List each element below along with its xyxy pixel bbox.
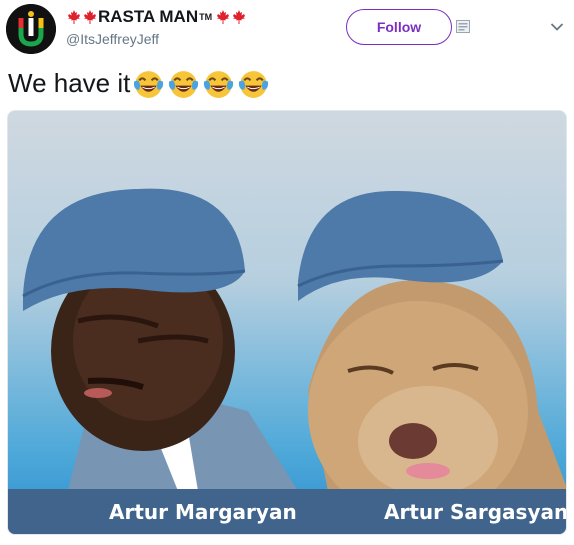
trademark: TM [199, 12, 213, 22]
man-figure [22, 188, 298, 491]
avatar-logo-icon [6, 4, 56, 54]
caption-right: Artur Sargasyan [384, 499, 567, 524]
maple-leaf-icon [82, 9, 98, 25]
tweet-header: RASTA MAN TM @ItsJeffreyJeff Follow [0, 0, 574, 60]
user-names: RASTA MAN TM @ItsJeffreyJeff [66, 6, 247, 47]
meme-image [22, 188, 566, 491]
chevron-down-icon[interactable] [550, 22, 564, 32]
user-handle[interactable]: @ItsJeffreyJeff [66, 31, 247, 47]
tears-of-joy-emoji-icon [167, 67, 200, 100]
maple-leaf-icon [231, 9, 247, 25]
caption-left: Artur Margaryan [109, 499, 297, 524]
tears-of-joy-emoji-icon [132, 67, 165, 100]
tweet-text-body: We have it [8, 68, 131, 98]
card-icon[interactable] [456, 20, 470, 33]
display-name-text: RASTA MAN [98, 7, 199, 26]
tweet-text: We have it [8, 64, 270, 102]
emoji-row [130, 67, 270, 100]
caption-bar: Artur Margaryan Artur Sargasyan [8, 489, 567, 534]
maple-leaf-icon [215, 9, 231, 25]
dog-figure [297, 190, 566, 491]
maple-leaf-icon [66, 9, 82, 25]
tweet-media[interactable]: Artur Margaryan Artur Sargasyan [7, 110, 567, 535]
tears-of-joy-emoji-icon [202, 67, 235, 100]
avatar[interactable] [6, 4, 56, 54]
follow-button[interactable]: Follow [346, 9, 452, 45]
display-name[interactable]: RASTA MAN TM [66, 6, 247, 28]
tears-of-joy-emoji-icon [237, 67, 270, 100]
